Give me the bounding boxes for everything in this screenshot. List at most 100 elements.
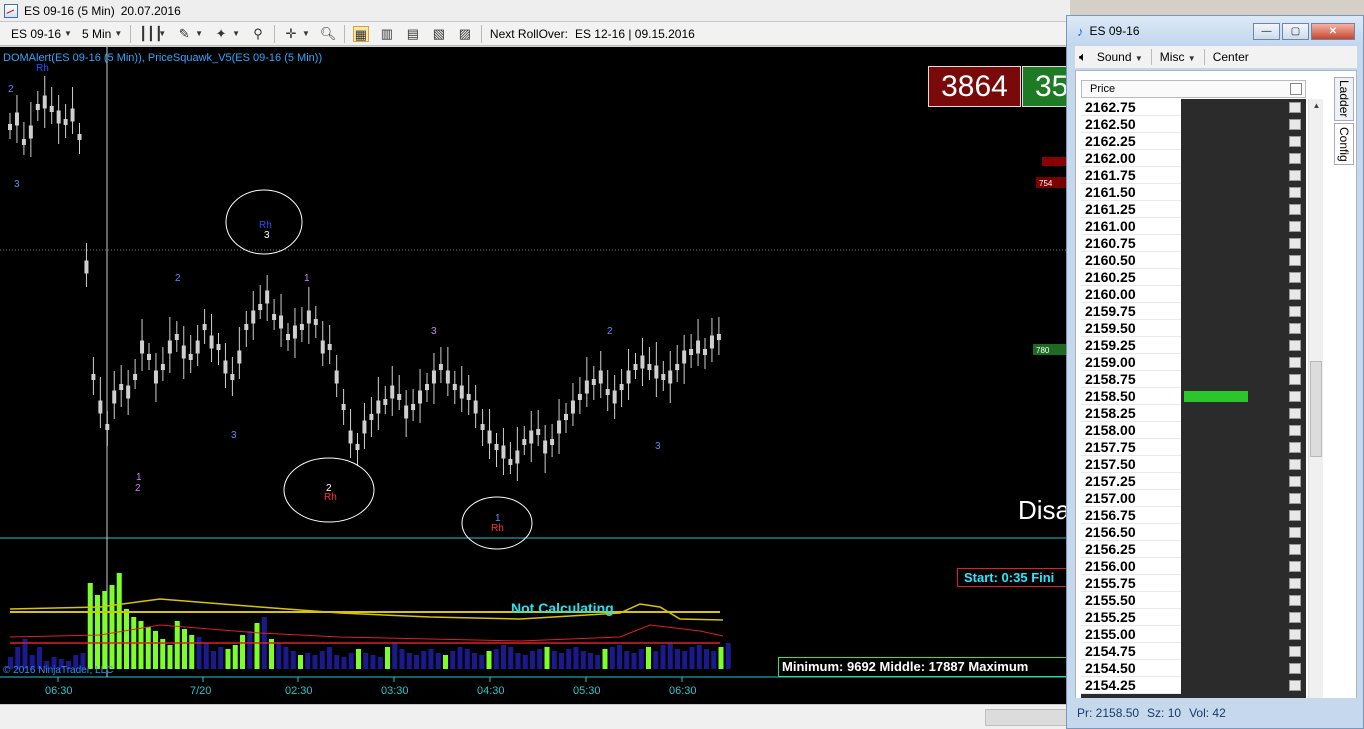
ladder-price[interactable]: 2154.25 <box>1081 677 1181 694</box>
ladder-checkbox[interactable] <box>1285 473 1306 490</box>
ladder-volume-cell[interactable] <box>1182 541 1284 558</box>
ladder-volume-cell[interactable] <box>1182 269 1284 286</box>
ladder-checkbox[interactable] <box>1285 609 1306 626</box>
ladder-volume-cell[interactable] <box>1182 133 1284 150</box>
ladder-price[interactable]: 2156.00 <box>1081 558 1181 575</box>
ladder-volume-cell[interactable] <box>1182 575 1284 592</box>
ladder-volume-cell[interactable] <box>1182 218 1284 235</box>
ladder-checkbox[interactable] <box>1285 252 1306 269</box>
header-checkbox[interactable] <box>1290 83 1302 95</box>
ladder-volume-cell[interactable] <box>1182 609 1284 626</box>
ladder-volume-cell[interactable] <box>1182 354 1284 371</box>
ladder-price[interactable]: 2155.00 <box>1081 626 1181 643</box>
chart-scroll-thumb[interactable] <box>985 709 1070 726</box>
ladder-checkbox[interactable] <box>1285 422 1306 439</box>
ladder-checkbox[interactable] <box>1285 337 1306 354</box>
ladder-row[interactable]: 2160.00 <box>1081 286 1306 303</box>
ladder-volume-cell[interactable] <box>1182 490 1284 507</box>
drawing-tool-button[interactable]: ✎ ▼ <box>171 24 208 44</box>
tab-config[interactable]: Config <box>1334 123 1354 165</box>
templates-button[interactable]: ▨ <box>452 24 478 44</box>
ladder-price[interactable]: 2155.25 <box>1081 609 1181 626</box>
ladder-checkbox[interactable] <box>1285 303 1306 320</box>
ladder-checkbox[interactable] <box>1285 643 1306 660</box>
ladder-row[interactable]: 2154.25 <box>1081 677 1306 694</box>
ladder-row[interactable]: 2158.00 <box>1081 422 1306 439</box>
close-button[interactable]: ✕ <box>1311 23 1355 40</box>
ladder-row[interactable]: 2156.75 <box>1081 507 1306 524</box>
ladder-price[interactable]: 2162.75 <box>1081 99 1181 116</box>
ladder-row[interactable]: 2160.50 <box>1081 252 1306 269</box>
bar-type-button[interactable]: ┃┃┃ ▼ <box>134 24 171 44</box>
ladder-volume-cell[interactable] <box>1182 558 1284 575</box>
ladder-volume-cell[interactable] <box>1182 405 1284 422</box>
ladder-checkbox[interactable] <box>1285 150 1306 167</box>
instrument-selector[interactable]: ES 09-16 ▼ <box>6 24 77 44</box>
panels-button[interactable]: ▤ <box>400 24 426 44</box>
ladder-row[interactable]: 2162.25 <box>1081 133 1306 150</box>
ladder-checkbox[interactable] <box>1285 541 1306 558</box>
ladder-volume-cell[interactable] <box>1182 150 1284 167</box>
ladder-volume-cell[interactable] <box>1182 422 1284 439</box>
ladder-volume-cell[interactable] <box>1182 643 1284 660</box>
ladder-row[interactable]: 2157.00 <box>1081 490 1306 507</box>
ladder-checkbox[interactable] <box>1285 133 1306 150</box>
ladder-row[interactable]: 2158.50 <box>1081 388 1306 405</box>
ladder-checkbox[interactable] <box>1285 167 1306 184</box>
ladder-row[interactable]: 2155.75 <box>1081 575 1306 592</box>
ladder-checkbox[interactable] <box>1285 201 1306 218</box>
ladder-checkbox[interactable] <box>1285 575 1306 592</box>
ladder-price[interactable]: 2159.25 <box>1081 337 1181 354</box>
ladder-price[interactable]: 2155.75 <box>1081 575 1181 592</box>
ladder-checkbox[interactable] <box>1285 286 1306 303</box>
ladder-row[interactable]: 2157.50 <box>1081 456 1306 473</box>
ladder-price[interactable]: 2157.00 <box>1081 490 1181 507</box>
ladder-price[interactable]: 2157.50 <box>1081 456 1181 473</box>
interval-selector[interactable]: 5 Min ▼ <box>77 24 127 44</box>
ladder-volume-cell[interactable] <box>1182 116 1284 133</box>
ladder-row[interactable]: 2156.00 <box>1081 558 1306 575</box>
ladder-scrollbar[interactable]: ▲ ▼ <box>1308 99 1323 715</box>
ladder-price[interactable]: 2162.00 <box>1081 150 1181 167</box>
ladder-price[interactable]: 2159.00 <box>1081 354 1181 371</box>
ladder-row[interactable]: 2159.75 <box>1081 303 1306 320</box>
ladder-volume-cell[interactable] <box>1182 507 1284 524</box>
ladder-price[interactable]: 2159.75 <box>1081 303 1181 320</box>
ladder-row[interactable]: 2161.00 <box>1081 218 1306 235</box>
price-chart[interactable]: 754 780 06:30 7/20 02:30 03:30 04:30 05:30 06:30… <box>0 47 1070 704</box>
ladder-volume-cell[interactable] <box>1182 303 1284 320</box>
chart-trader-button[interactable]: ▦ <box>348 24 374 44</box>
ladder-volume-cell[interactable] <box>1182 167 1284 184</box>
ladder-volume-cell[interactable] <box>1182 371 1284 388</box>
ladder-price[interactable]: 2158.75 <box>1081 371 1181 388</box>
ladder-volume-cell[interactable] <box>1182 320 1284 337</box>
ladder-scroll-thumb[interactable] <box>1310 361 1322 457</box>
ladder-row[interactable]: 2156.50 <box>1081 524 1306 541</box>
ladder-checkbox[interactable] <box>1285 320 1306 337</box>
ladder-volume-cell[interactable] <box>1182 286 1284 303</box>
ladder-row[interactable]: 2161.75 <box>1081 167 1306 184</box>
ladder-price[interactable]: 2155.50 <box>1081 592 1181 609</box>
ladder-row[interactable]: 2162.50 <box>1081 116 1306 133</box>
ladder-price[interactable]: 2160.25 <box>1081 269 1181 286</box>
properties-button[interactable]: ▧ <box>426 24 452 44</box>
ladder-volume-cell[interactable] <box>1182 626 1284 643</box>
misc-menu[interactable]: Misc ▼ <box>1160 50 1196 64</box>
sound-menu[interactable]: Sound ▼ <box>1097 50 1143 64</box>
ladder-price[interactable]: 2162.25 <box>1081 133 1181 150</box>
ladder-row[interactable]: 2159.50 <box>1081 320 1306 337</box>
ladder-checkbox[interactable] <box>1285 490 1306 507</box>
crosshair-button[interactable]: ✛ ▼ <box>278 24 315 44</box>
ladder-volume-cell[interactable] <box>1182 99 1284 116</box>
ladder-price[interactable]: 2157.75 <box>1081 439 1181 456</box>
speaker-icon[interactable]: 🔈︎ <box>1079 49 1087 65</box>
ladder-row[interactable]: 2155.25 <box>1081 609 1306 626</box>
ladder-checkbox[interactable] <box>1285 558 1306 575</box>
ladder-checkbox[interactable] <box>1285 388 1306 405</box>
ladder-price[interactable]: 2161.50 <box>1081 184 1181 201</box>
ladder-price[interactable]: 2156.75 <box>1081 507 1181 524</box>
ladder-checkbox[interactable] <box>1285 371 1306 388</box>
ladder-checkbox[interactable] <box>1285 439 1306 456</box>
strategy-button[interactable]: ⚲ <box>245 24 271 44</box>
scroll-up-icon[interactable]: ▲ <box>1309 99 1324 113</box>
